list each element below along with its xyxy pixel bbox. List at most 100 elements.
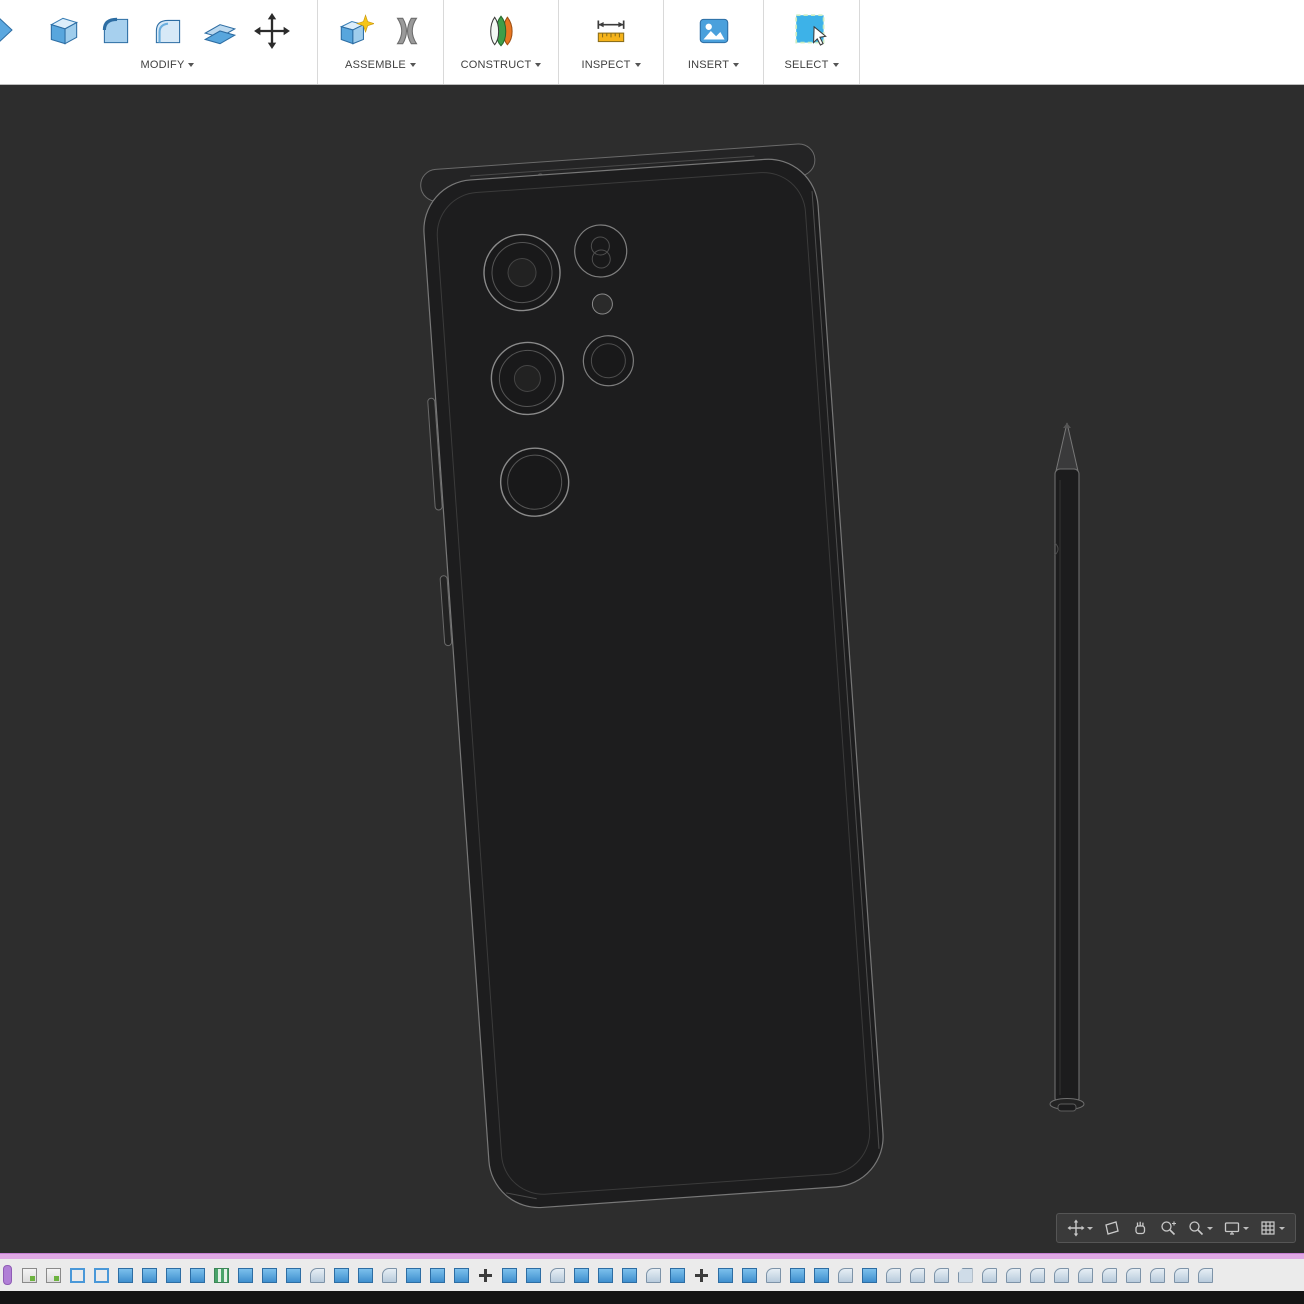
timeline-feature-fillet-icon[interactable] — [1198, 1268, 1213, 1283]
insert-label-text: INSERT — [688, 59, 729, 71]
timeline-feature-extrude-icon[interactable] — [238, 1268, 253, 1283]
modify-menu-label[interactable]: MODIFY — [28, 56, 307, 74]
timeline-feature-fillet-icon[interactable] — [982, 1268, 997, 1283]
timeline-feature-fillet-icon[interactable] — [382, 1268, 397, 1283]
grid-button[interactable] — [1255, 1216, 1289, 1240]
shell-button[interactable] — [197, 7, 243, 55]
insert-image-button[interactable] — [691, 7, 737, 55]
timeline-feature-extrude-icon[interactable] — [790, 1268, 805, 1283]
zoom-in-out-icon — [1159, 1219, 1177, 1237]
chevron-down-icon — [733, 63, 739, 67]
timeline-feature-fillet-icon[interactable] — [1174, 1268, 1189, 1283]
toolbar-spacer — [860, 0, 1304, 84]
chevron-down-icon — [1207, 1227, 1213, 1230]
press-pull-button[interactable] — [41, 7, 87, 55]
timeline-feature-extrude-icon[interactable] — [430, 1268, 445, 1283]
fillet-button[interactable] — [93, 7, 139, 55]
look-at-button[interactable] — [1099, 1216, 1125, 1240]
chevron-down-icon — [188, 63, 194, 67]
timeline-feature-extrude-icon[interactable] — [262, 1268, 277, 1283]
timeline-feature-fillet-icon[interactable] — [1030, 1268, 1045, 1283]
display-settings-button[interactable] — [1219, 1216, 1253, 1240]
measure-button[interactable] — [588, 7, 634, 55]
orbit-button[interactable] — [1063, 1216, 1097, 1240]
clipped-toolbar-icon[interactable] — [0, 8, 20, 52]
timeline-feature-offset-icon[interactable] — [94, 1268, 109, 1283]
phone-model[interactable] — [412, 143, 887, 1212]
timeline-feature-extrude-icon[interactable] — [718, 1268, 733, 1283]
timeline-feature-extrude-icon[interactable] — [622, 1268, 637, 1283]
construct-plane-button[interactable] — [478, 7, 524, 55]
zoom-in-out-button[interactable] — [1155, 1216, 1181, 1240]
pan-hand-icon — [1131, 1219, 1149, 1237]
timeline-feature-extrude-icon[interactable] — [166, 1268, 181, 1283]
timeline-feature-fillet-icon[interactable] — [310, 1268, 325, 1283]
timeline-feature-sketch-icon[interactable] — [22, 1268, 37, 1283]
timeline-bar — [0, 1259, 1304, 1291]
timeline-feature-chamfer-icon[interactable] — [958, 1268, 973, 1283]
timeline-feature-offset-icon[interactable] — [70, 1268, 85, 1283]
timeline-feature-fillet-icon[interactable] — [838, 1268, 853, 1283]
stylus-model[interactable] — [1050, 423, 1084, 1111]
move-button[interactable] — [249, 7, 295, 55]
timeline-feature-fillet-icon[interactable] — [1150, 1268, 1165, 1283]
toolbar-group-modify: MODIFY — [0, 0, 318, 84]
viewport-canvas[interactable] — [0, 85, 1304, 1253]
joint-button[interactable] — [384, 7, 430, 55]
timeline-feature-extrude-icon[interactable] — [862, 1268, 877, 1283]
new-component-button[interactable] — [332, 7, 378, 55]
pan-button[interactable] — [1127, 1216, 1153, 1240]
timeline-feature-move-icon[interactable] — [694, 1268, 709, 1283]
grid-icon — [1259, 1219, 1277, 1237]
timeline-feature-extrude-icon[interactable] — [526, 1268, 541, 1283]
timeline-feature-extrude-icon[interactable] — [670, 1268, 685, 1283]
construct-label-text: CONSTRUCT — [461, 59, 532, 71]
select-menu-label[interactable]: SELECT — [774, 56, 849, 74]
measure-icon — [592, 12, 630, 50]
timeline-feature-extrude-icon[interactable] — [358, 1268, 373, 1283]
timeline-feature-extrude-icon[interactable] — [502, 1268, 517, 1283]
timeline-feature-extrude-icon[interactable] — [598, 1268, 613, 1283]
timeline-feature-pattern-icon[interactable] — [214, 1268, 229, 1283]
timeline-feature-fillet-icon[interactable] — [1054, 1268, 1069, 1283]
timeline-feature-fillet-icon[interactable] — [1126, 1268, 1141, 1283]
toolbar-group-select: SELECT — [764, 0, 860, 84]
insert-menu-label[interactable]: INSERT — [674, 56, 753, 74]
timeline-feature-sketch-icon[interactable] — [46, 1268, 61, 1283]
chamfer-button[interactable] — [145, 7, 191, 55]
timeline-feature-move-icon[interactable] — [478, 1268, 493, 1283]
new-component-icon — [336, 12, 374, 50]
select-window-icon — [792, 11, 832, 51]
timeline-feature-extrude-icon[interactable] — [742, 1268, 757, 1283]
timeline-feature-fillet-icon[interactable] — [1102, 1268, 1117, 1283]
clipped-arrow-icon — [0, 8, 20, 52]
inspect-menu-label[interactable]: INSPECT — [569, 56, 653, 74]
timeline-feature-fillet-icon[interactable] — [886, 1268, 901, 1283]
zoom-window-button[interactable] — [1183, 1216, 1217, 1240]
timeline-feature-extrude-icon[interactable] — [574, 1268, 589, 1283]
press-pull-icon — [45, 12, 83, 50]
select-window-button[interactable] — [789, 7, 835, 55]
timeline-feature-fillet-icon[interactable] — [550, 1268, 565, 1283]
timeline-feature-extrude-icon[interactable] — [454, 1268, 469, 1283]
chevron-down-icon — [1087, 1227, 1093, 1230]
timeline-feature-extrude-icon[interactable] — [334, 1268, 349, 1283]
timeline-feature-fillet-icon[interactable] — [934, 1268, 949, 1283]
timeline-feature-extrude-icon[interactable] — [406, 1268, 421, 1283]
timeline-feature-fillet-icon[interactable] — [646, 1268, 661, 1283]
toolbar-group-construct: CONSTRUCT — [444, 0, 559, 84]
timeline-feature-fillet-icon[interactable] — [1078, 1268, 1093, 1283]
timeline-feature-fillet-icon[interactable] — [1006, 1268, 1021, 1283]
timeline-feature-extrude-icon[interactable] — [142, 1268, 157, 1283]
zoom-window-icon — [1187, 1219, 1205, 1237]
timeline-feature-fillet-icon[interactable] — [766, 1268, 781, 1283]
assemble-menu-label[interactable]: ASSEMBLE — [328, 56, 433, 74]
timeline-feature-extrude-icon[interactable] — [190, 1268, 205, 1283]
construct-menu-label[interactable]: CONSTRUCT — [454, 56, 548, 74]
timeline-feature-fillet-icon[interactable] — [910, 1268, 925, 1283]
timeline-start-marker[interactable] — [3, 1265, 12, 1285]
timeline-feature-extrude-icon[interactable] — [118, 1268, 133, 1283]
timeline-feature-extrude-icon[interactable] — [814, 1268, 829, 1283]
insert-image-icon — [695, 12, 733, 50]
timeline-feature-extrude-icon[interactable] — [286, 1268, 301, 1283]
